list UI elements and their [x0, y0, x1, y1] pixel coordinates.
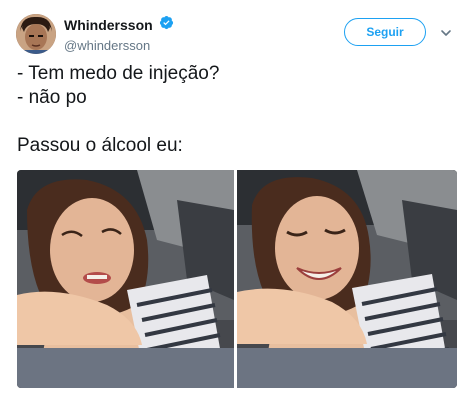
- tweet-text-line: - não po: [17, 87, 87, 108]
- avatar-image: [16, 14, 56, 54]
- tweet-text-line: - Tem medo de injeção?: [17, 63, 220, 84]
- tweet-media: [17, 170, 457, 388]
- author-handle[interactable]: @whindersson: [64, 37, 174, 55]
- tweet-text-line: Passou o álcool eu:: [17, 135, 183, 156]
- follow-button[interactable]: Seguir: [344, 18, 426, 46]
- author-names: Whindersson @whindersson: [64, 15, 174, 55]
- tweet-text-spacer: [17, 110, 457, 134]
- verified-badge-icon: [159, 15, 174, 35]
- meme-photo-left[interactable]: [17, 170, 234, 388]
- tweet-text: - Tem medo de injeção? - não po Passou o…: [17, 62, 457, 158]
- author-display-name[interactable]: Whindersson: [64, 16, 153, 34]
- chevron-down-icon[interactable]: [440, 26, 452, 38]
- avatar[interactable]: [16, 14, 56, 54]
- tweet-header: Whindersson @whindersson Seguir: [16, 12, 458, 56]
- meme-photo-right[interactable]: [237, 170, 457, 388]
